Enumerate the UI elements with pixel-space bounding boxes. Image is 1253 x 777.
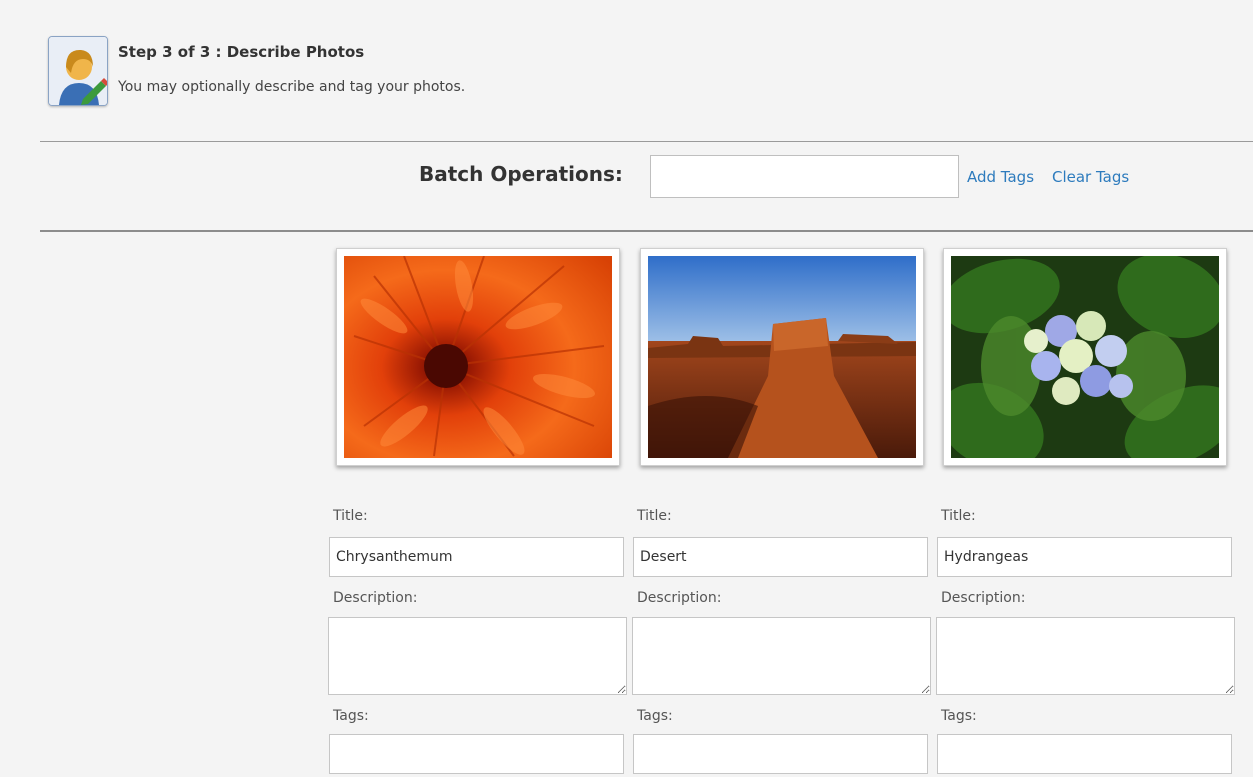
description-label: Description: <box>637 590 722 606</box>
clear-tags-link[interactable]: Clear Tags <box>1052 168 1129 186</box>
photo-thumbnail-chrysanthemum <box>336 248 620 466</box>
step-title: Step 3 of 3 : Describe Photos <box>118 43 365 61</box>
photo-thumbnail-hydrangeas <box>943 248 1227 466</box>
tags-input-chrysanthemum[interactable] <box>329 734 624 774</box>
desert-photo <box>648 256 916 458</box>
description-label: Description: <box>941 590 1026 606</box>
batch-operations-label: Batch Operations: <box>419 162 623 186</box>
tags-label: Tags: <box>637 708 673 724</box>
title-input-chrysanthemum[interactable] <box>329 537 624 577</box>
title-label: Title: <box>941 508 976 524</box>
title-input-desert[interactable] <box>633 537 928 577</box>
batch-tags-input[interactable] <box>650 155 959 198</box>
tags-input-desert[interactable] <box>633 734 928 774</box>
title-label: Title: <box>333 508 368 524</box>
description-textarea-desert[interactable] <box>632 617 931 695</box>
step-subtitle: You may optionally describe and tag your… <box>118 79 466 95</box>
title-input-hydrangeas[interactable] <box>937 537 1232 577</box>
tags-input-hydrangeas[interactable] <box>937 734 1232 774</box>
hydrangeas-photo <box>951 256 1219 458</box>
description-textarea-chrysanthemum[interactable] <box>328 617 627 695</box>
chrysanthemum-photo <box>344 256 612 458</box>
top-divider <box>40 141 1253 142</box>
tags-label: Tags: <box>941 708 977 724</box>
description-label: Description: <box>333 590 418 606</box>
photo-thumbnail-desert <box>640 248 924 466</box>
user-edit-icon <box>48 36 108 106</box>
section-divider <box>40 230 1253 232</box>
describe-photos-page: Step 3 of 3 : Describe Photos You may op… <box>0 0 1253 777</box>
description-textarea-hydrangeas[interactable] <box>936 617 1235 695</box>
title-label: Title: <box>637 508 672 524</box>
add-tags-link[interactable]: Add Tags <box>967 168 1034 186</box>
tags-label: Tags: <box>333 708 369 724</box>
